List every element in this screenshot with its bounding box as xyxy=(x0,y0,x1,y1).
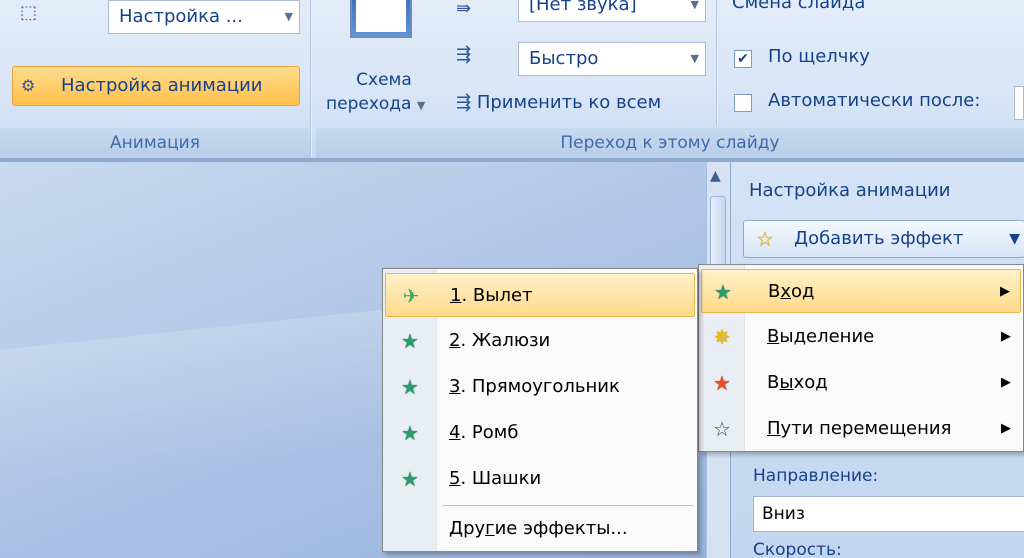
animate-icon[interactable]: ⬚ xyxy=(20,4,37,22)
menu-item-label: 4. Ромб xyxy=(449,411,518,455)
item-text: . Шашки xyxy=(460,468,542,489)
motion-path-star-icon: ☆ xyxy=(713,417,731,441)
chevron-down-icon: ▼ xyxy=(690,52,699,65)
item-number: 4 xyxy=(449,422,461,443)
transition-group-label: Переход к этому слайду xyxy=(316,128,1024,158)
item-number: 5 xyxy=(449,468,461,489)
apply-to-all-label: Применить ко всем xyxy=(476,92,662,113)
custom-animation-icon: ⚙ xyxy=(21,76,36,95)
menu-item-exit[interactable]: ★ Выход ▶ xyxy=(701,361,1021,405)
speed-label: Скорость: xyxy=(753,540,842,558)
item-number: 2 xyxy=(449,330,461,351)
menu-item-more-effects[interactable]: Другие эффекты... xyxy=(385,507,695,551)
add-effect-label: Добавить эффект xyxy=(794,228,964,249)
menu-item-blinds[interactable]: ★ 2. Жалюзи xyxy=(385,319,695,363)
item-text: ие эффекты... xyxy=(494,518,628,539)
custom-animation-button[interactable]: ⚙ Настройка анимации xyxy=(12,66,300,106)
ribbon: ⬚ Настройка ... ▼ ⚙ Настройка анимации А… xyxy=(0,0,1024,162)
pane-title: Настройка анимации xyxy=(749,180,951,201)
animate-combo-value: Настройка ... xyxy=(119,6,243,27)
menu-item-checkerboard[interactable]: ★ 5. Шашки xyxy=(385,457,695,501)
on-click-checkbox[interactable]: ✔ xyxy=(734,50,752,68)
menu-item-label: 5. Шашки xyxy=(449,457,541,501)
on-click-label[interactable]: По щелчку xyxy=(768,46,870,67)
item-text: . Прямоугольник xyxy=(460,376,620,397)
scroll-up-icon[interactable]: ▲ xyxy=(710,168,721,184)
menu-item-diamond[interactable]: ★ 4. Ромб xyxy=(385,411,695,455)
speed-combo-value: Быстро xyxy=(529,48,599,69)
menu-item-label: 1. Вылет xyxy=(450,274,533,318)
menu-item-fly-in[interactable]: ✈ 1. Вылет xyxy=(385,273,695,317)
chevron-down-icon: ▼ xyxy=(1009,231,1020,247)
menu-item-label: Вход xyxy=(768,281,815,302)
scheme-button-line2-text: перехода xyxy=(326,94,412,114)
chevron-down-icon: ▼ xyxy=(284,10,293,23)
add-effect-menu: ★ Вход ▶ ✵ Выделение ▶ ★ Выход ▶ ☆ Пути … xyxy=(698,264,1024,452)
item-text: . Жалюзи xyxy=(460,330,551,351)
direction-field[interactable]: Вниз xyxy=(753,496,1024,532)
auto-after-input[interactable] xyxy=(1014,86,1024,120)
group-divider xyxy=(716,0,718,126)
item-number: 1 xyxy=(450,285,462,306)
add-effect-star-icon: ☆ xyxy=(756,227,774,251)
animate-combo[interactable]: Настройка ... ▼ xyxy=(108,0,300,34)
menu-item-label: 2. Жалюзи xyxy=(449,319,550,363)
auto-after-label[interactable]: Автоматически после: xyxy=(768,90,980,111)
speed-combo[interactable]: Быстро ▼ xyxy=(518,42,706,76)
auto-after-checkbox[interactable] xyxy=(734,94,752,112)
chevron-down-icon: ▼ xyxy=(690,0,699,11)
submenu-arrow-icon: ▶ xyxy=(1001,421,1011,436)
scheme-button-line1[interactable]: Схема xyxy=(354,70,414,90)
menu-item-label: Пути перемещения xyxy=(767,418,952,439)
diamond-icon: ★ xyxy=(401,421,419,445)
menu-item-label: 3. Прямоугольник xyxy=(449,365,620,409)
sound-combo-value: [Нет звука] xyxy=(529,0,637,15)
menu-item-motion-paths[interactable]: ☆ Пути перемещения ▶ xyxy=(701,407,1021,451)
menu-item-label: Выделение xyxy=(767,326,875,347)
menu-item-label: Другие эффекты... xyxy=(449,507,628,551)
blinds-icon: ★ xyxy=(401,329,419,353)
item-accel: г xyxy=(485,518,495,539)
checkerboard-icon: ★ xyxy=(401,467,419,491)
apply-to-all-button[interactable]: ⇶ Применить ко всем xyxy=(456,92,661,113)
item-text: . Ромб xyxy=(460,422,519,443)
item-number: 3 xyxy=(449,376,461,397)
entrance-submenu: ✈ 1. Вылет ★ 2. Жалюзи ★ 3. Прямоугольни… xyxy=(382,268,698,552)
transition-scheme-icon[interactable] xyxy=(350,0,412,38)
scheme-button-line2[interactable]: перехода ▼ xyxy=(326,94,425,114)
exit-star-icon: ★ xyxy=(713,371,731,395)
item-text: . Вылет xyxy=(461,285,533,306)
submenu-arrow-icon: ▶ xyxy=(1001,375,1011,390)
scroll-thumb[interactable] xyxy=(710,196,726,266)
menu-item-label: Выход xyxy=(767,372,828,393)
submenu-arrow-icon: ▶ xyxy=(1001,329,1011,344)
sound-icon: ⇛ xyxy=(456,0,472,19)
add-effect-button[interactable]: ☆ Добавить эффект ▼ xyxy=(743,220,1024,258)
group-divider xyxy=(310,0,312,160)
menu-item-box[interactable]: ★ 3. Прямоугольник xyxy=(385,365,695,409)
chevron-down-icon: ▼ xyxy=(416,99,426,112)
emphasis-star-icon: ✵ xyxy=(713,325,731,349)
fly-in-icon: ✈ xyxy=(402,284,420,308)
menu-separator xyxy=(443,505,693,506)
sound-combo[interactable]: [Нет звука] ▼ xyxy=(518,0,706,22)
menu-item-emphasis[interactable]: ✵ Выделение ▶ xyxy=(701,315,1021,359)
advance-slide-title: Смена слайда xyxy=(732,0,866,13)
entrance-star-icon: ★ xyxy=(714,280,732,304)
custom-animation-label: Настройка анимации xyxy=(61,75,263,96)
apply-all-icon: ⇶ xyxy=(456,92,472,113)
box-icon: ★ xyxy=(401,375,419,399)
submenu-arrow-icon: ▶ xyxy=(1000,284,1010,299)
menu-item-entrance[interactable]: ★ Вход ▶ xyxy=(701,269,1021,313)
animation-group-label: Анимация xyxy=(0,128,310,158)
direction-label: Направление: xyxy=(753,466,879,486)
speed-icon: ⇶ xyxy=(456,44,472,65)
item-text: Дру xyxy=(449,518,486,539)
